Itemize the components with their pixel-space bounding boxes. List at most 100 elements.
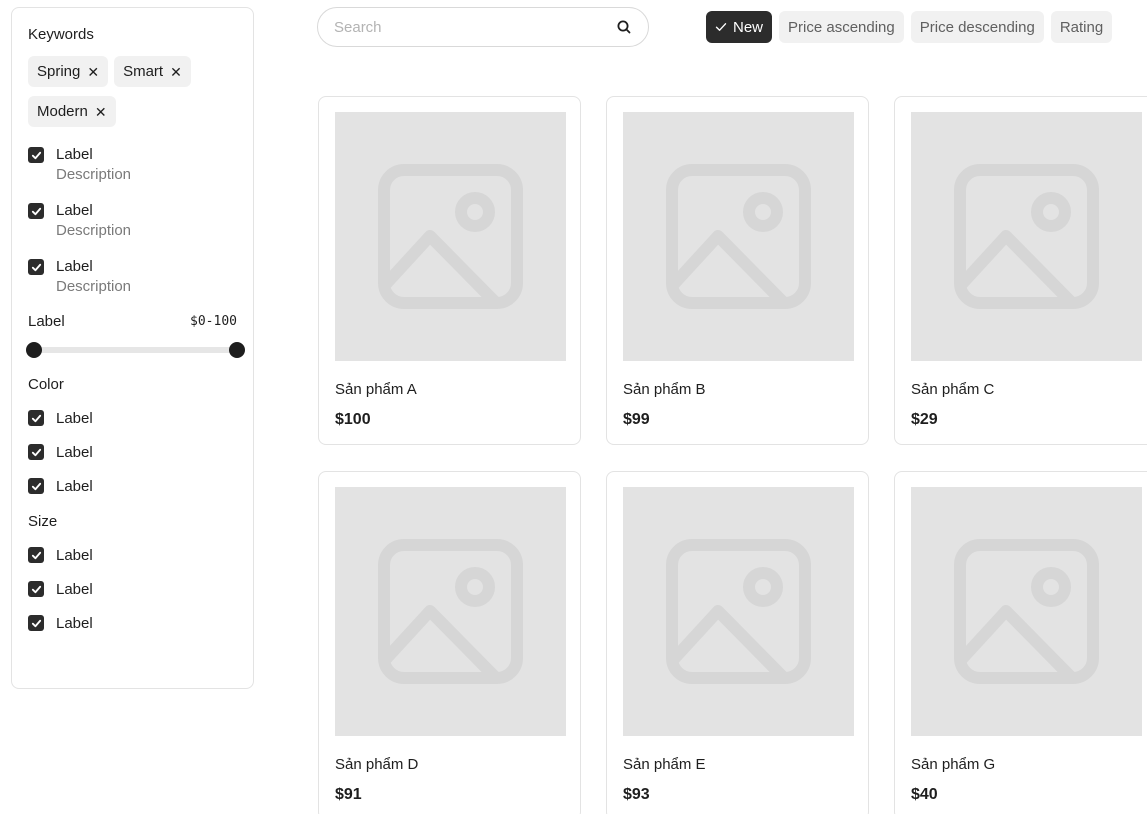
sort-chip-price-descending[interactable]: Price descending bbox=[910, 11, 1044, 43]
slider-track[interactable] bbox=[28, 347, 237, 353]
checkbox-label: Label bbox=[56, 202, 93, 219]
check-icon bbox=[31, 448, 41, 456]
close-icon[interactable]: ✕ bbox=[170, 65, 182, 79]
size-option-label: Label bbox=[56, 546, 93, 564]
size-option[interactable]: Label bbox=[28, 538, 237, 572]
product-image[interactable] bbox=[335, 112, 566, 361]
keyword-tags: Spring ✕ Smart ✕ Modern ✕ bbox=[28, 56, 228, 127]
checkbox[interactable] bbox=[28, 444, 44, 460]
checkbox-description: Description bbox=[56, 222, 132, 239]
sort-chip-price-ascending[interactable]: Price ascending bbox=[779, 11, 904, 43]
size-option-label: Label bbox=[56, 614, 93, 632]
image-placeholder-icon bbox=[666, 539, 811, 684]
sort-chip-rating[interactable]: Rating bbox=[1050, 11, 1113, 43]
keyword-tag-label: Smart bbox=[123, 63, 164, 80]
search-icon[interactable] bbox=[616, 19, 632, 35]
image-placeholder-icon bbox=[378, 164, 523, 309]
sort-chips: New Price ascending Price descending Rat… bbox=[706, 11, 1113, 43]
product-image[interactable] bbox=[335, 487, 566, 736]
product-price: $91 bbox=[335, 786, 362, 803]
checkbox-row[interactable]: Label Description bbox=[28, 145, 237, 201]
check-icon bbox=[31, 482, 41, 490]
color-option-label: Label bbox=[56, 443, 93, 461]
check-icon bbox=[31, 619, 41, 627]
image-placeholder-icon bbox=[666, 164, 811, 309]
keywords-title: Keywords bbox=[28, 26, 94, 43]
keyword-tag[interactable]: Spring ✕ bbox=[28, 56, 109, 87]
product-price: $40 bbox=[911, 786, 938, 803]
checkbox[interactable] bbox=[28, 478, 44, 494]
keyword-tag[interactable]: Smart ✕ bbox=[114, 56, 191, 87]
slider-max-handle[interactable] bbox=[229, 342, 245, 358]
product-name[interactable]: Sản phẩm G bbox=[911, 756, 995, 773]
sort-chip-label: Price descending bbox=[919, 18, 1035, 36]
color-option[interactable]: Label bbox=[28, 469, 237, 503]
keyword-tag-label: Spring bbox=[37, 63, 81, 80]
check-icon bbox=[31, 207, 41, 215]
color-options: Label Label Label bbox=[28, 401, 237, 503]
product-price: $93 bbox=[623, 786, 650, 803]
product-card[interactable]: Sản phẩm G $40 bbox=[894, 471, 1147, 814]
range-header: Label $0-100 bbox=[28, 313, 237, 330]
color-option-label: Label bbox=[56, 409, 93, 427]
price-range-slider[interactable] bbox=[26, 340, 245, 358]
product-price: $99 bbox=[623, 411, 650, 428]
close-icon[interactable]: ✕ bbox=[95, 105, 107, 119]
check-icon bbox=[31, 585, 41, 593]
range-label: Label bbox=[28, 313, 65, 330]
size-option-label: Label bbox=[56, 580, 93, 598]
checkbox[interactable] bbox=[28, 410, 44, 426]
filter-sidebar: Keywords Spring ✕ Smart ✕ Modern ✕ Label… bbox=[11, 7, 254, 689]
product-name[interactable]: Sản phẩm C bbox=[911, 381, 994, 398]
image-placeholder-icon bbox=[954, 539, 1099, 684]
product-card[interactable]: Sản phẩm D $91 bbox=[318, 471, 581, 814]
range-value: $0-100 bbox=[190, 314, 237, 329]
product-name[interactable]: Sản phẩm E bbox=[623, 756, 706, 773]
product-image[interactable] bbox=[623, 487, 854, 736]
checkbox[interactable] bbox=[28, 547, 44, 563]
check-icon bbox=[31, 414, 41, 422]
close-icon[interactable]: ✕ bbox=[87, 65, 99, 79]
product-price: $100 bbox=[335, 411, 371, 428]
checkbox-description: Description bbox=[56, 278, 132, 295]
check-icon bbox=[31, 151, 41, 159]
product-card[interactable]: Sản phẩm C $29 bbox=[894, 96, 1147, 445]
product-image[interactable] bbox=[911, 112, 1142, 361]
search-bar[interactable] bbox=[317, 7, 649, 47]
color-option-label: Label bbox=[56, 477, 93, 495]
color-option[interactable]: Label bbox=[28, 401, 237, 435]
product-card[interactable]: Sản phẩm E $93 bbox=[606, 471, 869, 814]
product-image[interactable] bbox=[911, 487, 1142, 736]
check-icon bbox=[31, 263, 41, 271]
checkbox[interactable] bbox=[28, 615, 44, 631]
product-price: $29 bbox=[911, 411, 938, 428]
checkbox[interactable] bbox=[28, 259, 44, 275]
image-placeholder-icon bbox=[954, 164, 1099, 309]
product-card[interactable]: Sản phẩm B $99 bbox=[606, 96, 869, 445]
checkbox-list: Label Description Label Description Labe… bbox=[28, 145, 237, 313]
product-name[interactable]: Sản phẩm B bbox=[623, 381, 706, 398]
size-option[interactable]: Label bbox=[28, 572, 237, 606]
check-icon bbox=[715, 23, 727, 31]
checkbox-row[interactable]: Label Description bbox=[28, 201, 237, 257]
slider-min-handle[interactable] bbox=[26, 342, 42, 358]
keyword-tag-label: Modern bbox=[37, 103, 88, 120]
checkbox[interactable] bbox=[28, 147, 44, 163]
checkbox[interactable] bbox=[28, 581, 44, 597]
product-card[interactable]: Sản phẩm A $100 bbox=[318, 96, 581, 445]
product-name[interactable]: Sản phẩm A bbox=[335, 381, 417, 398]
checkbox[interactable] bbox=[28, 203, 44, 219]
sort-chip-new[interactable]: New bbox=[706, 11, 773, 43]
color-option[interactable]: Label bbox=[28, 435, 237, 469]
size-option[interactable]: Label bbox=[28, 606, 237, 640]
checkbox-row[interactable]: Label Description bbox=[28, 257, 237, 313]
search-input[interactable] bbox=[334, 18, 616, 36]
keyword-tag[interactable]: Modern ✕ bbox=[28, 96, 116, 127]
checkbox-label: Label bbox=[56, 258, 93, 275]
product-name[interactable]: Sản phẩm D bbox=[335, 756, 418, 773]
sort-chip-label: Rating bbox=[1059, 18, 1104, 36]
check-icon bbox=[31, 551, 41, 559]
sort-chip-label: New bbox=[733, 18, 764, 36]
product-image[interactable] bbox=[623, 112, 854, 361]
size-group-title: Size bbox=[28, 513, 58, 530]
